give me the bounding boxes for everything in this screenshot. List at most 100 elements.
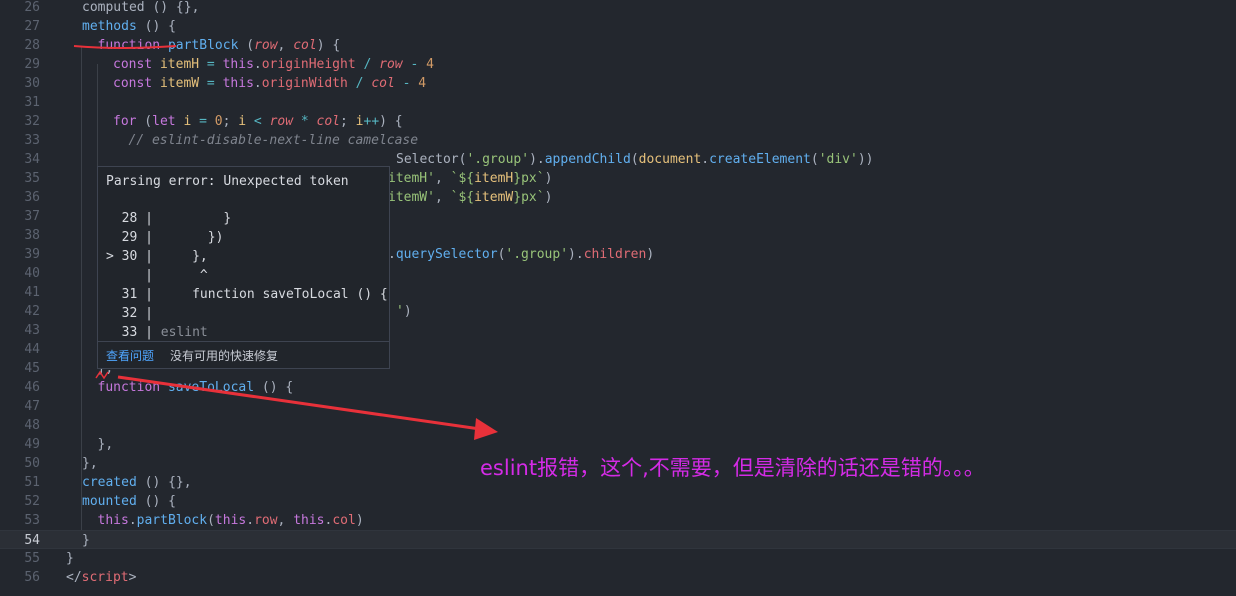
line-number: 42 xyxy=(24,304,40,319)
code-token: function xyxy=(97,38,168,53)
code-token: saveToLocal xyxy=(167,380,255,395)
error-source: eslint xyxy=(160,325,208,340)
line-number: 37 xyxy=(24,209,40,224)
code-token: itemH xyxy=(474,171,514,186)
code-token: ) xyxy=(646,247,655,262)
annotation-note: eslint报错，这个,不需要，但是清除的话还是错的。。。 xyxy=(480,456,985,480)
line-code: // eslint-disable-next-line camelcase xyxy=(129,131,419,150)
line-number: 46 xyxy=(24,380,40,395)
code-line[interactable]: 52 mounted () { xyxy=(0,492,1236,511)
line-code: this.partBlock(this.row, this.col) xyxy=(98,511,364,530)
code-token: = xyxy=(191,114,215,129)
code-line[interactable]: 53 this.partBlock(this.row, this.col) xyxy=(0,511,1236,530)
line-number: 52 xyxy=(24,494,40,509)
code-token: '.group' xyxy=(505,247,569,262)
code-frame-line: 31 | function saveToLocal () { xyxy=(106,287,388,302)
line-number: 43 xyxy=(24,323,40,338)
code-token: col xyxy=(316,114,341,129)
code-token: 4 xyxy=(418,76,427,91)
code-line[interactable]: 30 const itemW = this.originWidth / col -… xyxy=(0,74,1236,93)
line-number: 39 xyxy=(24,247,40,262)
view-problem-link[interactable]: 查看问题 xyxy=(106,347,154,364)
code-token: let xyxy=(152,114,184,129)
line-number: 55 xyxy=(24,551,40,566)
line-code: function partBlock (row, col) { xyxy=(98,36,341,55)
code-token: createElement xyxy=(709,152,811,167)
code-token: originHeight xyxy=(261,57,356,72)
line-number: 50 xyxy=(24,456,40,471)
line-code: }, xyxy=(82,454,98,473)
code-frame-line: | ^ xyxy=(106,268,208,283)
code-line[interactable]: 55} xyxy=(0,549,1236,568)
code-line[interactable]: 29 const itemH = this.originHeight / row … xyxy=(0,55,1236,74)
code-token: this xyxy=(97,513,129,528)
code-token: ) { xyxy=(316,38,341,53)
code-token: methods xyxy=(82,19,137,34)
code-token: i xyxy=(238,114,247,129)
code-line[interactable]: 56 </script> xyxy=(0,568,1236,587)
code-line[interactable]: 31 xyxy=(0,93,1236,112)
line-number: 26 xyxy=(24,0,40,15)
code-token: ++ xyxy=(363,114,380,129)
code-token: ( xyxy=(207,513,215,528)
line-code: itemH', `${itemH}px`) xyxy=(388,169,552,188)
code-token: partBlock xyxy=(136,513,208,528)
code-token: itemW xyxy=(474,190,514,205)
line-number: 44 xyxy=(24,342,40,357)
code-line[interactable]: 32 for (let i = 0; i < row * col; i++) { xyxy=(0,112,1236,131)
line-number: 48 xyxy=(24,418,40,433)
code-token: ( xyxy=(810,152,819,167)
code-token: } xyxy=(66,551,74,566)
code-token: }, xyxy=(82,456,98,471)
line-number: 30 xyxy=(24,76,40,91)
code-line[interactable]: 54} xyxy=(0,530,1236,549)
code-line[interactable]: 26 computed () {}, xyxy=(0,0,1236,17)
line-code: const itemH = this.originHeight / row - … xyxy=(113,55,434,74)
code-token: itemH xyxy=(159,57,200,72)
line-code: }, xyxy=(98,435,114,454)
code-token: ( xyxy=(630,152,639,167)
code-token: 4 xyxy=(426,57,434,72)
code-token: col xyxy=(371,76,395,91)
code-line[interactable]: 27 methods () { xyxy=(0,17,1236,36)
code-token: created xyxy=(82,475,137,490)
code-token: itemW' xyxy=(388,190,435,205)
code-token: </ xyxy=(66,570,82,585)
code-token: / xyxy=(355,57,380,72)
code-token: appendChild xyxy=(544,152,631,167)
code-frame-line: > 30 | }, xyxy=(106,249,208,264)
line-number: 45 xyxy=(24,361,40,376)
code-token: () { xyxy=(136,494,176,509)
code-token: ) xyxy=(355,513,364,528)
code-line[interactable]: 47 xyxy=(0,397,1236,416)
line-code: } xyxy=(82,531,90,550)
code-token: - xyxy=(394,76,419,91)
code-line[interactable]: 46 function saveToLocal () { xyxy=(0,378,1236,397)
line-code: const itemW = this.originWidth / col - 4 xyxy=(113,74,426,93)
code-token: row xyxy=(269,114,294,129)
code-line[interactable]: 33 // eslint-disable-next-line camelcase xyxy=(0,131,1236,150)
code-token: = xyxy=(199,57,223,72)
code-token: . xyxy=(246,513,255,528)
code-token: , xyxy=(277,513,294,528)
code-frame-line: 33 | eslint xyxy=(106,325,208,340)
line-number: 51 xyxy=(24,475,40,490)
code-token: const xyxy=(113,76,160,91)
code-token: . xyxy=(253,57,262,72)
line-code: itemW', `${itemW}px`) xyxy=(388,188,552,207)
code-token: }px` xyxy=(513,190,545,205)
code-frame-line: 28 | } xyxy=(106,211,232,226)
code-token: 'div' xyxy=(818,152,858,167)
code-token: , xyxy=(277,38,294,53)
code-token: itemW xyxy=(159,76,200,91)
code-token: function xyxy=(97,380,168,395)
line-code: Selector('.group').appendChild(document.… xyxy=(396,150,873,169)
line-number: 40 xyxy=(24,266,40,281)
line-code: created () {}, xyxy=(82,473,192,492)
code-token: partBlock xyxy=(167,38,239,53)
code-line[interactable]: 28 function partBlock (row, col) { xyxy=(0,36,1236,55)
line-code: .querySelector('.group').children) xyxy=(388,245,654,264)
code-line[interactable]: 48 xyxy=(0,416,1236,435)
line-number: 35 xyxy=(24,171,40,186)
code-token: row xyxy=(254,513,278,528)
